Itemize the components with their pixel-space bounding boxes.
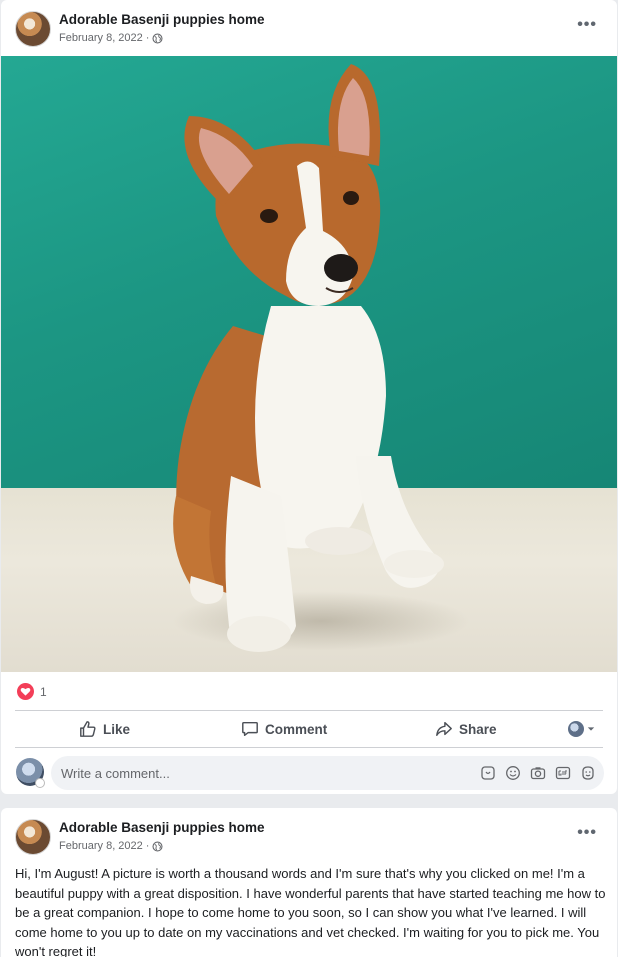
- more-options-button[interactable]: •••: [577, 16, 597, 34]
- post-card: Adorable Basenji puppies home February 8…: [1, 808, 617, 957]
- avatar-sticker-icon[interactable]: [579, 764, 596, 781]
- comment-label: Comment: [265, 721, 328, 737]
- page-name-link[interactable]: Adorable Basenji puppies home: [59, 820, 265, 835]
- post-meta: February 8, 2022 ·: [59, 32, 163, 44]
- post-header: Adorable Basenji puppies home February 8…: [1, 0, 617, 56]
- comment-input[interactable]: [61, 756, 461, 790]
- gif-icon[interactable]: [554, 764, 571, 781]
- chevron-down-icon: [587, 727, 595, 731]
- comment-composer: [1, 756, 617, 790]
- post-date[interactable]: February 8, 2022: [59, 840, 143, 852]
- share-arrow-icon: [436, 721, 452, 737]
- page-avatar[interactable]: [15, 819, 51, 855]
- post-card: Adorable Basenji puppies home February 8…: [1, 0, 617, 794]
- share-button[interactable]: Share: [435, 711, 497, 747]
- heart-icon: [17, 683, 34, 700]
- comment-bubble-icon: [242, 721, 258, 737]
- page-avatar[interactable]: [15, 11, 51, 47]
- reactions-summary[interactable]: 1: [17, 683, 47, 700]
- post-header: Adorable Basenji puppies home February 8…: [1, 808, 617, 864]
- share-label: Share: [459, 721, 497, 737]
- like-label: Like: [103, 721, 131, 737]
- more-options-button[interactable]: •••: [577, 824, 597, 842]
- post-photo[interactable]: [1, 56, 617, 672]
- comment-button[interactable]: Comment: [241, 711, 327, 747]
- composer-icons: [479, 764, 596, 781]
- reaction-count[interactable]: 1: [40, 685, 47, 699]
- meta-dot: ·: [145, 32, 150, 44]
- post-meta: February 8, 2022 ·: [59, 840, 163, 852]
- emoji-icon[interactable]: [504, 764, 521, 781]
- globe-icon: [152, 840, 163, 852]
- post-actions-bar: Like Comment Share: [1, 711, 617, 747]
- react-as-avatar: [568, 721, 584, 737]
- like-button[interactable]: Like: [79, 711, 130, 747]
- sticker-icon[interactable]: [479, 764, 496, 781]
- profile-switch-dot[interactable]: [35, 778, 45, 788]
- comment-box: [51, 756, 604, 790]
- globe-icon: [152, 32, 163, 44]
- react-as-selector[interactable]: [568, 721, 595, 737]
- thumbs-up-icon: [80, 721, 96, 737]
- meta-dot: ·: [145, 840, 150, 852]
- post-date[interactable]: February 8, 2022: [59, 32, 143, 44]
- camera-icon[interactable]: [529, 764, 546, 781]
- page-name-link[interactable]: Adorable Basenji puppies home: [59, 12, 265, 27]
- post-text: Hi, I'm August! A picture is worth a tho…: [15, 866, 606, 957]
- puppy-illustration: [173, 64, 444, 652]
- divider: [15, 747, 603, 748]
